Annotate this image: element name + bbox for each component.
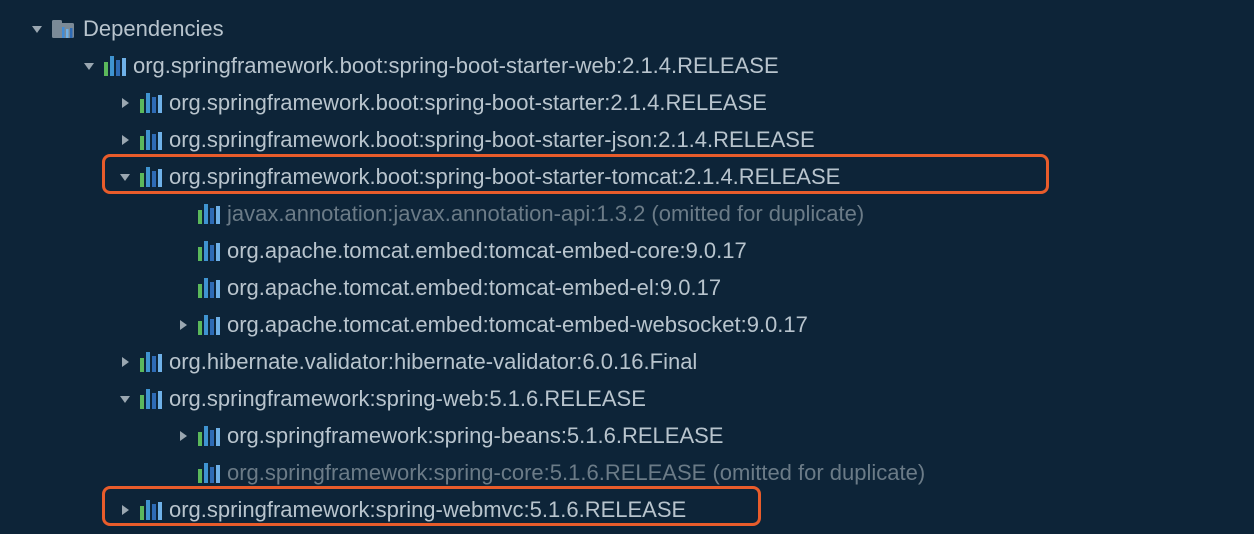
tree-node[interactable]: javax.annotation:javax.annotation-api:1.… [0,195,1254,232]
tree-node[interactable]: org.springframework:spring-webmvc:5.1.6.… [0,491,1254,528]
chevron-right-icon[interactable] [116,356,134,368]
library-icon [198,241,220,261]
library-icon [104,56,126,76]
tree-node[interactable]: org.springframework:spring-beans:5.1.6.R… [0,417,1254,454]
tree-node[interactable]: org.springframework:spring-core:5.1.6.RE… [0,454,1254,491]
chevron-right-icon[interactable] [174,319,192,331]
node-label: org.apache.tomcat.embed:tomcat-embed-web… [227,312,808,338]
library-icon [198,463,220,483]
chevron-right-icon[interactable] [174,430,192,442]
node-label: org.springframework:spring-web:5.1.6.REL… [169,386,646,412]
dependency-tree: Dependencies org.springframework.boot:sp… [0,10,1254,528]
library-icon [140,93,162,113]
node-label: org.springframework.boot:spring-boot-sta… [169,127,815,153]
tree-node[interactable]: org.apache.tomcat.embed:tomcat-embed-el:… [0,269,1254,306]
chevron-down-icon[interactable] [116,171,134,183]
tree-node[interactable]: org.springframework.boot:spring-boot-sta… [0,84,1254,121]
tree-node[interactable]: org.apache.tomcat.embed:tomcat-embed-web… [0,306,1254,343]
tree-node[interactable]: org.apache.tomcat.embed:tomcat-embed-cor… [0,232,1254,269]
tree-node[interactable]: org.springframework.boot:spring-boot-sta… [0,121,1254,158]
library-icon [198,426,220,446]
node-label: org.springframework:spring-beans:5.1.6.R… [227,423,723,449]
chevron-down-icon[interactable] [80,60,98,72]
node-label: javax.annotation:javax.annotation-api:1.… [227,201,864,227]
tree-node[interactable]: org.springframework.boot:spring-boot-sta… [0,158,1254,195]
tree-node[interactable]: org.hibernate.validator:hibernate-valida… [0,343,1254,380]
chevron-right-icon[interactable] [116,134,134,146]
node-label: org.apache.tomcat.embed:tomcat-embed-el:… [227,275,721,301]
node-label: org.springframework.boot:spring-boot-sta… [133,53,779,79]
library-icon [140,389,162,409]
node-label: org.hibernate.validator:hibernate-valida… [169,349,697,375]
tree-node-dependencies[interactable]: Dependencies [0,10,1254,47]
library-icon [140,352,162,372]
node-label: Dependencies [83,16,224,42]
library-icon [198,315,220,335]
library-icon [140,130,162,150]
chevron-right-icon[interactable] [116,97,134,109]
folder-dependencies-icon [52,19,76,39]
library-icon [140,167,162,187]
node-label: org.springframework:spring-core:5.1.6.RE… [227,460,925,486]
library-icon [198,278,220,298]
node-label: org.apache.tomcat.embed:tomcat-embed-cor… [227,238,747,264]
library-icon [140,500,162,520]
library-icon [198,204,220,224]
chevron-down-icon[interactable] [116,393,134,405]
node-label: org.springframework.boot:spring-boot-sta… [169,90,767,116]
tree-node[interactable]: org.springframework.boot:spring-boot-sta… [0,47,1254,84]
chevron-down-icon[interactable] [28,23,46,35]
tree-node[interactable]: org.springframework:spring-web:5.1.6.REL… [0,380,1254,417]
node-label: org.springframework:spring-webmvc:5.1.6.… [169,497,686,523]
node-label: org.springframework.boot:spring-boot-sta… [169,164,840,190]
chevron-right-icon[interactable] [116,504,134,516]
